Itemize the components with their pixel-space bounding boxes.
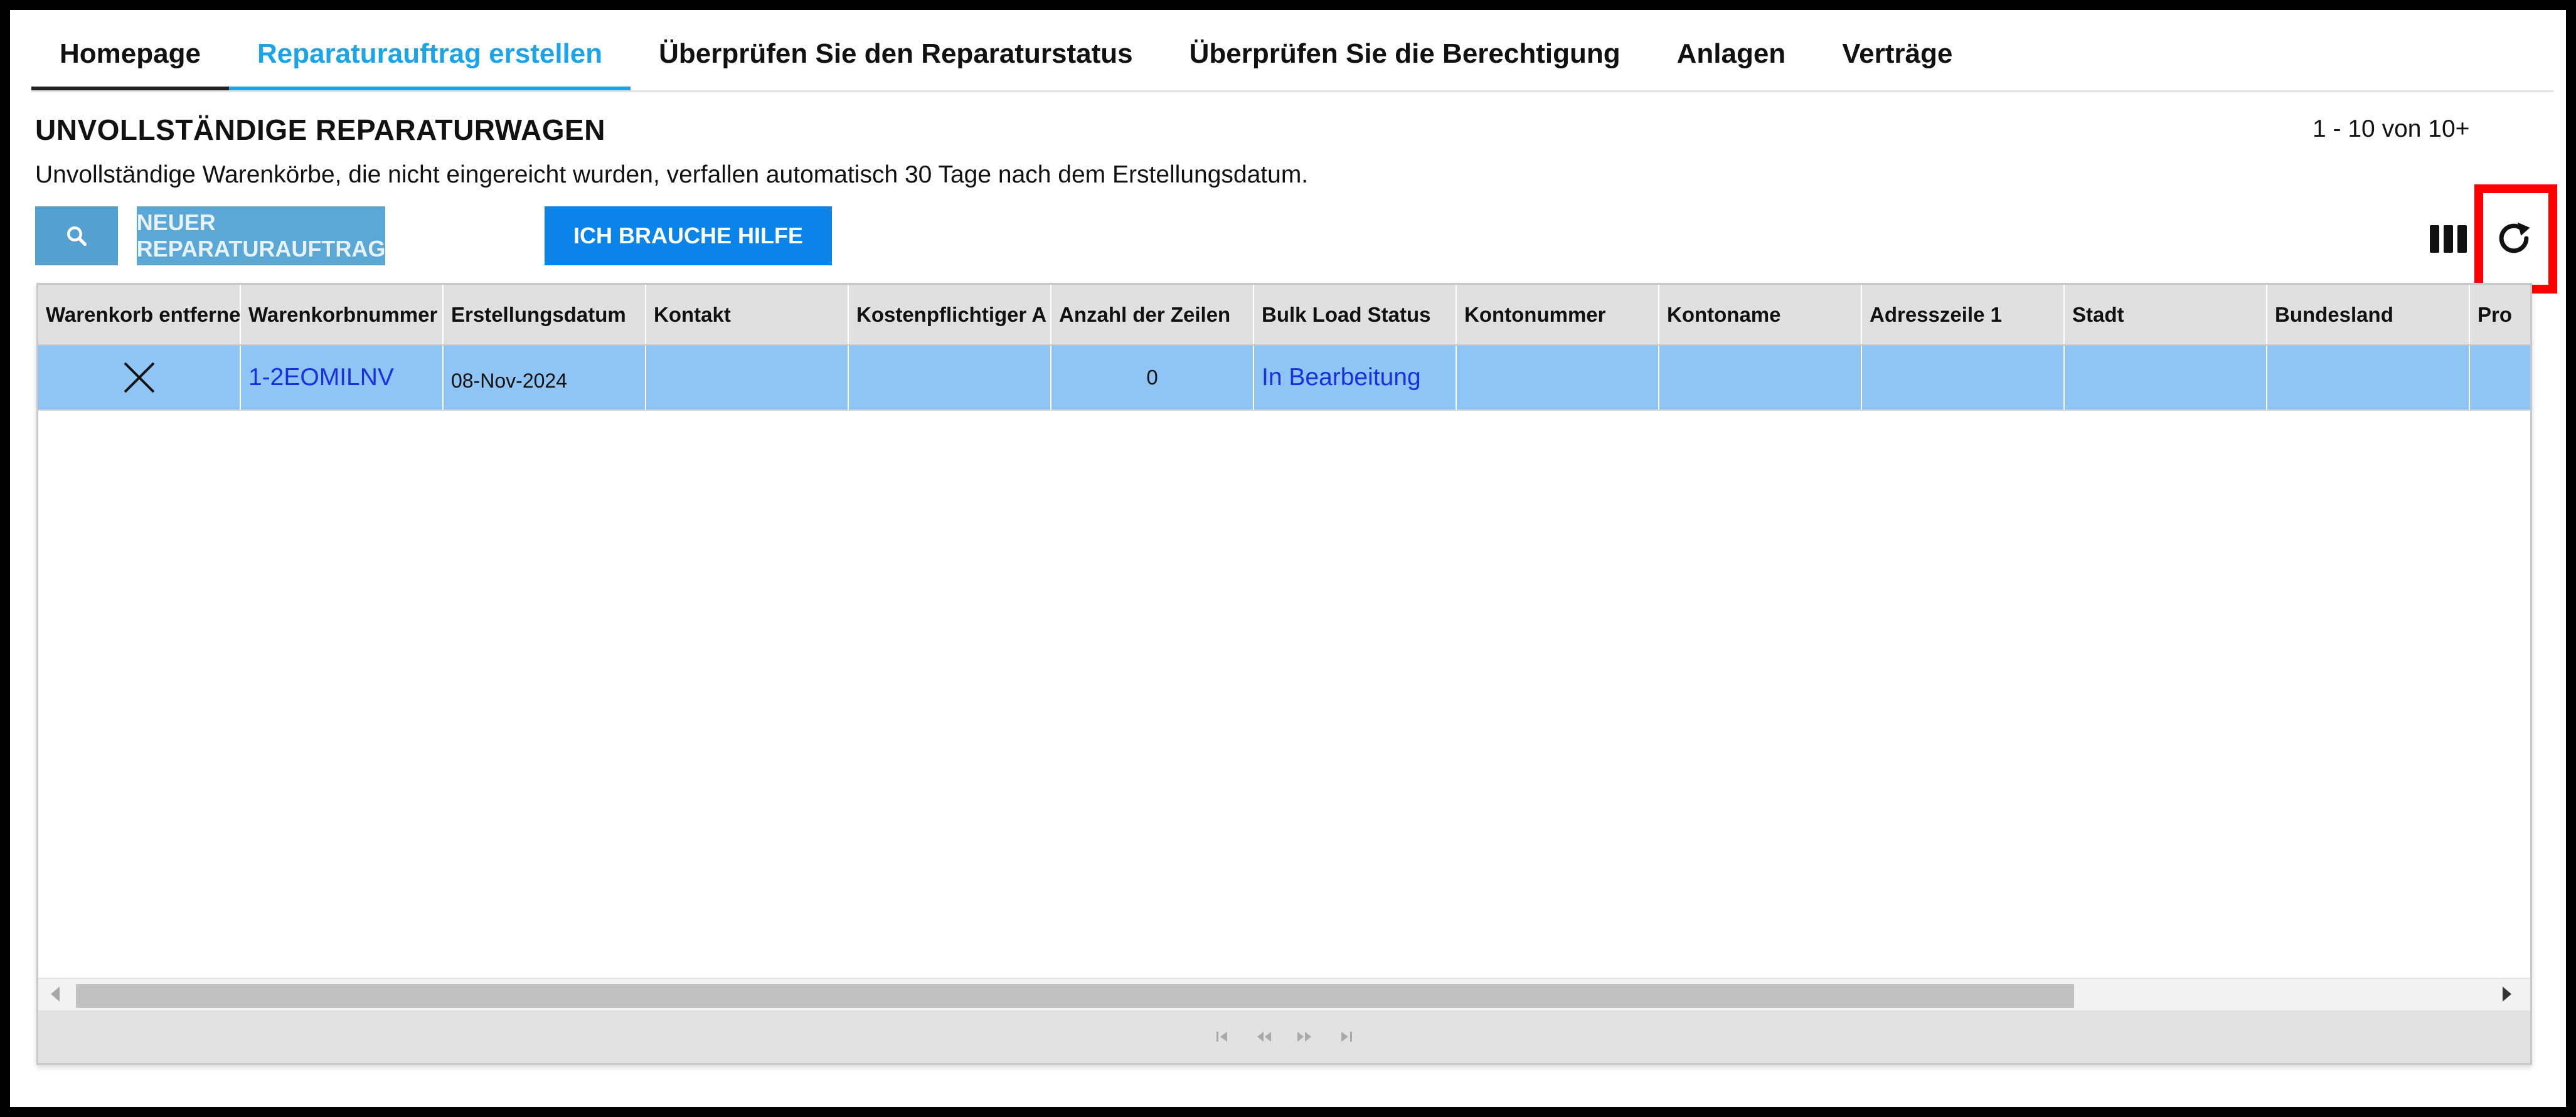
column-header[interactable]: Kontakt (646, 285, 849, 344)
record-count: 1 - 10 von 10+ (2313, 115, 2470, 142)
column-header[interactable]: Stadt (2065, 285, 2267, 344)
first-page-icon[interactable] (1215, 1029, 1233, 1045)
main-nav: Homepage Reparaturauftrag erstellen Über… (31, 21, 2553, 92)
column-header[interactable]: Kostenpflichtiger A (849, 285, 1051, 344)
scrollbar-thumb[interactable] (76, 984, 2074, 1008)
tab-reparaturstatus[interactable]: Überprüfen Sie den Reparaturstatus (631, 21, 1161, 90)
state-cell (2267, 346, 2470, 410)
tab-anlagen[interactable]: Anlagen (1649, 21, 1814, 90)
last-page-icon[interactable] (1335, 1029, 1354, 1045)
column-header[interactable]: Anzahl der Zeilen (1051, 285, 1254, 344)
columns-icon[interactable] (2429, 224, 2469, 254)
search-icon (67, 226, 87, 246)
city-cell (2065, 346, 2267, 410)
new-repair-order-button[interactable]: NEUER REPARATURAUFTRAG (137, 206, 385, 265)
tab-homepage[interactable]: Homepage (31, 21, 229, 90)
column-header[interactable]: Kontonummer (1457, 285, 1659, 344)
column-header[interactable]: Pro (2470, 285, 2530, 344)
column-header[interactable]: Kontoname (1659, 285, 1862, 344)
account-number-cell (1457, 346, 1659, 410)
account-name-cell (1659, 346, 1862, 410)
next-page-icon[interactable] (1295, 1029, 1314, 1045)
scroll-left-icon[interactable] (51, 987, 60, 1002)
app-frame: Homepage Reparaturauftrag erstellen Über… (10, 10, 2566, 1107)
horizontal-scrollbar[interactable] (38, 978, 2530, 1010)
refresh-highlight-box (2474, 184, 2557, 294)
remove-cart-cell[interactable] (38, 346, 241, 410)
pager (38, 1010, 2530, 1063)
scroll-right-icon[interactable] (2503, 987, 2511, 1002)
bulk-status-link[interactable]: In Bearbeitung (1254, 346, 1457, 410)
table-header: Warenkorb entfernen Warenkorbnummer Erst… (38, 285, 2530, 346)
pro-cell (2470, 346, 2530, 410)
payer-cell (849, 346, 1051, 410)
column-header[interactable]: Erstellungsdatum (444, 285, 646, 344)
page-title: UNVOLLSTÄNDIGE REPARATURWAGEN (35, 114, 605, 146)
column-header[interactable]: Bulk Load Status (1254, 285, 1457, 344)
column-header[interactable]: Warenkorb entfernen (38, 285, 241, 344)
created-date-cell: 08-Nov-2024 (444, 346, 646, 410)
search-button[interactable] (35, 206, 118, 265)
prev-page-icon[interactable] (1255, 1029, 1274, 1045)
line-count-cell: 0 (1051, 346, 1254, 410)
close-icon[interactable] (121, 359, 157, 396)
column-header[interactable]: Warenkorbnummer (241, 285, 444, 344)
contact-cell (646, 346, 849, 410)
column-header[interactable]: Adresszeile 1 (1862, 285, 2065, 344)
cart-table: Warenkorb entfernen Warenkorbnummer Erst… (36, 283, 2532, 1065)
tab-berechtigung[interactable]: Überprüfen Sie die Berechtigung (1161, 21, 1649, 90)
table-row[interactable]: 1-2EOMILNV 08-Nov-2024 0 In Bearbeitung (38, 346, 2530, 411)
column-header[interactable]: Bundesland (2267, 285, 2470, 344)
page-subtitle: Unvollständige Warenkörbe, die nicht ein… (35, 161, 1309, 188)
tab-vertraege[interactable]: Verträge (1814, 21, 1981, 90)
tab-reparaturauftrag-erstellen[interactable]: Reparaturauftrag erstellen (228, 21, 631, 90)
cart-number-link[interactable]: 1-2EOMILNV (241, 346, 444, 410)
help-button[interactable]: ICH BRAUCHE HILFE (545, 206, 832, 265)
address-cell (1862, 346, 2065, 410)
